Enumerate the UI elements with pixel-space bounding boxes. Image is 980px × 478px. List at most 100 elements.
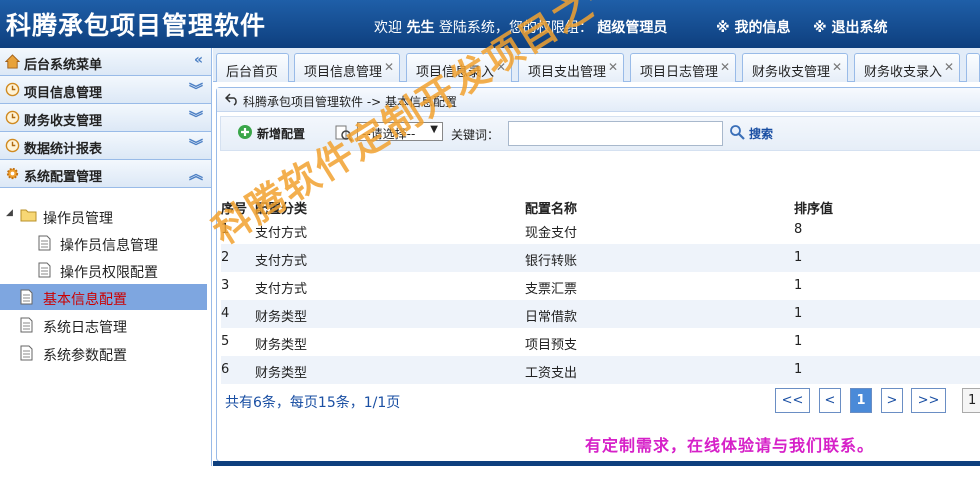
sidebar-section-reports[interactable]: 数据统计报表 ︾ [0, 132, 211, 160]
tree-item-operator-info[interactable]: 操作员信息管理 [0, 230, 207, 256]
cell-sort: 1 [794, 306, 803, 321]
cell-index: 4 [221, 306, 230, 321]
home-icon [5, 54, 20, 69]
keyword-input[interactable] [508, 121, 723, 146]
tab-label: 财务收支管理 [752, 65, 831, 80]
sidebar-menu-header[interactable]: 后台系统菜单 « [0, 48, 211, 76]
sidebar-section-label: 项目信息管理 [24, 86, 103, 101]
cell-name: 工资支出 [525, 366, 578, 381]
logout-link[interactable]: ※ 退出系统 [813, 17, 887, 37]
tab-bar: 后台首页 项目信息管理 ✕ 项目信息录入 ✕ 项目支出管理 ✕ 项目日志管理 ✕… [213, 48, 980, 82]
keyword-label: 关键词： [451, 128, 500, 142]
table-row[interactable]: 5 财务类型 项目预支 1 [221, 328, 980, 356]
cell-sort: 8 [794, 222, 803, 237]
close-icon[interactable]: ✕ [384, 60, 394, 74]
cell-index: 5 [221, 334, 230, 349]
expand-triangle-icon[interactable]: ◢ [6, 208, 13, 218]
tab-overflow[interactable] [966, 53, 980, 82]
close-icon[interactable]: ✕ [944, 60, 954, 74]
tab-label: 项目支出管理 [528, 65, 607, 80]
cell-name: 日常借款 [525, 310, 578, 325]
welcome-prefix: 欢迎 [374, 20, 402, 36]
cell-name: 项目预支 [525, 338, 578, 353]
close-icon[interactable]: ✕ [720, 60, 730, 74]
add-config-label: 新增配置 [257, 127, 306, 141]
collapse-left-icon[interactable]: « [194, 52, 203, 68]
current-page-button[interactable]: 1 [850, 388, 872, 413]
sidebar: 后台系统菜单 « 项目信息管理 ︾ 财务收支管理 ︾ 数据统计报表 ︾ 系统配置… [0, 48, 212, 466]
page-jump-input[interactable]: 1 [962, 388, 980, 413]
sidebar-section-config[interactable]: 系统配置管理 ︽ [0, 160, 211, 188]
cell-category: 财务类型 [255, 366, 308, 381]
cell-index: 3 [221, 278, 230, 293]
cell-index: 6 [221, 362, 230, 377]
tab-finance[interactable]: 财务收支管理 ✕ [742, 53, 848, 82]
my-info-link[interactable]: ※ 我的信息 [716, 17, 790, 37]
tab-label: 财务收支录入 [864, 65, 943, 80]
document-icon [38, 235, 51, 251]
bottom-bar [213, 461, 980, 466]
main-area: 后台首页 项目信息管理 ✕ 项目信息录入 ✕ 项目支出管理 ✕ 项目日志管理 ✕… [213, 48, 980, 466]
prev-page-button[interactable]: < [819, 388, 841, 413]
tab-project-log[interactable]: 项目日志管理 ✕ [630, 53, 736, 82]
clock-icon [5, 110, 20, 125]
tab-label: 后台首页 [226, 65, 279, 80]
cell-sort: 1 [794, 250, 803, 265]
table-row[interactable]: 6 财务类型 工资支出 1 [221, 356, 980, 384]
search-label: 搜索 [749, 127, 774, 141]
document-icon [38, 262, 51, 278]
cell-name: 现金支付 [525, 226, 578, 241]
clock-icon [5, 82, 20, 97]
cell-sort: 1 [794, 334, 803, 349]
cell-category: 财务类型 [255, 310, 308, 325]
tree-item-label: 系统日志管理 [43, 320, 127, 336]
folder-icon [20, 209, 37, 222]
tab-label: 项目日志管理 [640, 65, 719, 80]
tree-group-operators[interactable]: ◢ 操作员管理 [0, 203, 207, 229]
arrow-back-icon [225, 93, 237, 106]
app-title: 科腾承包项目管理软件 [6, 11, 267, 40]
tree-item-system-log[interactable]: 系统日志管理 [0, 312, 207, 338]
next-page-button[interactable]: > [881, 388, 903, 413]
table-row[interactable]: 2 支付方式 银行转账 1 [221, 244, 980, 272]
table-row[interactable]: 1 支付方式 现金支付 8 [221, 216, 980, 244]
sidebar-section-label: 数据统计报表 [24, 142, 103, 157]
chevron-down-icon: ︾ [189, 83, 203, 99]
sidebar-section-label: 系统配置管理 [24, 170, 103, 185]
close-icon[interactable]: ✕ [608, 60, 618, 74]
first-page-button[interactable]: << [775, 388, 810, 413]
gear-icon [6, 167, 19, 180]
cell-category: 支付方式 [255, 282, 308, 297]
column-header: 排序值 [794, 202, 834, 217]
pager-summary: 共有6条，每页15条，1/1页 [225, 395, 401, 411]
sidebar-section-label: 财务收支管理 [24, 114, 103, 129]
tab-finance-entry[interactable]: 财务收支录入 ✕ [854, 53, 960, 82]
cell-sort: 1 [794, 362, 803, 377]
cell-sort: 1 [794, 278, 803, 293]
tree-group-label: 操作员管理 [43, 211, 113, 227]
search-icon [730, 125, 745, 140]
document-icon [20, 317, 33, 333]
tree-item-label: 基本信息配置 [43, 292, 127, 308]
tab-home[interactable]: 后台首页 [216, 53, 289, 82]
table-header: 序号 配置分类 配置名称 排序值 [221, 194, 980, 217]
sidebar-menu-title: 后台系统菜单 [24, 58, 103, 73]
close-icon[interactable]: ✕ [832, 60, 842, 74]
tab-label: 项目信息管理 [304, 65, 383, 80]
tree-item-system-params[interactable]: 系统参数配置 [0, 340, 207, 366]
table-row[interactable]: 4 财务类型 日常借款 1 [221, 300, 980, 328]
breadcrumb: 科腾承包项目管理软件 -> 基本信息配置 [217, 88, 980, 112]
config-tree: ◢ 操作员管理 操作员信息管理 操作员权限配置 基本信息配置 系统日志管理 系统… [0, 188, 211, 478]
cell-name: 支票汇票 [525, 282, 578, 297]
tree-item-label: 操作员权限配置 [60, 265, 158, 281]
table-row[interactable]: 3 支付方式 支票汇票 1 [221, 272, 980, 300]
sidebar-section-project[interactable]: 项目信息管理 ︾ [0, 76, 211, 104]
tree-item-basic-config[interactable]: 基本信息配置 [0, 284, 207, 310]
contact-notice: 有定制需求，在线体验请与我们联系。 [585, 436, 875, 455]
sidebar-section-finance[interactable]: 财务收支管理 ︾ [0, 104, 211, 132]
last-page-button[interactable]: >> [911, 388, 946, 413]
tab-project-info[interactable]: 项目信息管理 ✕ [294, 53, 400, 82]
page-jump-value: 1 [968, 393, 977, 408]
tree-item-label: 系统参数配置 [43, 348, 127, 364]
tree-item-operator-perm[interactable]: 操作员权限配置 [0, 257, 207, 283]
